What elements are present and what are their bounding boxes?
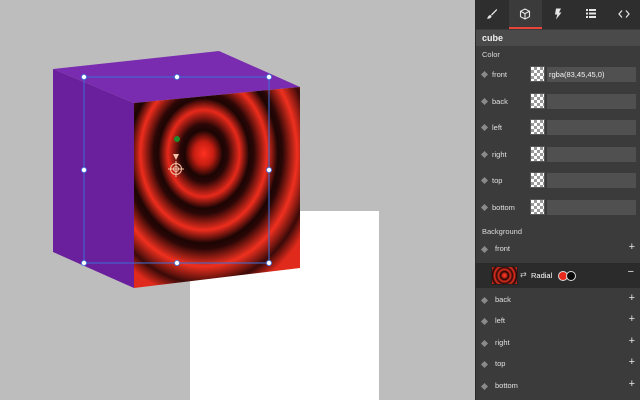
color-list: front back left right top [476,62,640,221]
design-canvas[interactable] [0,0,475,400]
color-value-input[interactable] [547,93,636,109]
handle-bottom-left[interactable] [81,259,88,266]
color-label: bottom [492,202,515,212]
add-layer-button[interactable]: + [629,241,635,253]
tab-style[interactable] [476,0,509,29]
tab-object[interactable] [508,0,542,29]
keyframe-diamond-icon[interactable] [480,97,489,105]
color-row-front: front [476,62,640,89]
handle-bottom-right[interactable] [265,259,272,266]
color-label: right [492,149,507,159]
rotation-handle[interactable] [174,136,180,142]
background-row-back[interactable]: back + [476,290,640,312]
color-label: left [492,123,503,132]
object-name[interactable]: cube [476,30,640,46]
background-section-title: Background [482,227,523,236]
color-swatch[interactable] [530,66,545,82]
properties-panel: cube Color front back left right [475,0,640,400]
background-label: front [495,244,511,253]
keyframe-diamond-icon[interactable] [480,360,489,369]
color-section-title: Color [482,50,500,59]
keyframe-diamond-icon[interactable] [480,70,489,79]
code-icon [617,9,630,18]
background-row-front[interactable]: front + [476,239,640,261]
color-swatch[interactable] [530,172,545,188]
add-layer-button[interactable]: + [629,335,635,347]
color-value-input[interactable] [547,67,636,82]
handle-top-right[interactable] [265,74,272,81]
add-layer-button[interactable]: + [629,292,635,304]
keyframe-diamond-icon[interactable] [480,150,489,158]
handle-top-center[interactable] [173,74,180,81]
color-value-input[interactable] [547,199,636,215]
keyframe-diamond-icon[interactable] [480,382,489,390]
background-row-top[interactable]: top + [476,354,640,376]
gradient-type-label[interactable]: Radial [531,271,552,280]
swap-icon[interactable]: ⇄ [520,270,527,279]
keyframe-diamond-icon[interactable] [480,317,489,326]
handle-top-left[interactable] [81,74,88,81]
color-row-bottom: bottom [476,195,640,222]
color-label: back [492,96,508,106]
background-row-right[interactable]: right + [476,333,640,355]
background-label: left [495,316,506,325]
list-icon [585,9,596,18]
cube-left-face[interactable] [53,69,134,288]
bolt-icon [554,8,562,19]
background-list: front + ⇄ Radial − back + left + right + [476,239,640,397]
keyframe-diamond-icon[interactable] [480,123,489,132]
keyframe-diamond-icon[interactable] [480,339,489,347]
background-row-bottom[interactable]: bottom + [476,376,640,398]
color-label: top [492,176,503,185]
keyframe-diamond-icon[interactable] [480,245,489,254]
cube-scene[interactable] [0,0,475,400]
keyframe-diamond-icon[interactable] [480,296,489,304]
color-row-left: left [476,115,640,142]
background-label: bottom [495,380,518,390]
background-row-left[interactable]: left + [476,311,640,333]
add-layer-button[interactable]: + [629,313,635,325]
cube-icon [520,7,531,20]
brush-icon [487,8,498,19]
color-label: front [492,70,508,79]
gradient-thumbnail[interactable] [491,265,518,285]
add-layer-button[interactable]: + [629,356,635,368]
background-label: right [495,337,510,347]
color-row-top: top [476,168,640,195]
tab-layers[interactable] [574,0,607,29]
color-swatch[interactable] [530,198,545,215]
tab-actions[interactable] [542,0,575,29]
handle-bottom-center[interactable] [173,259,180,266]
color-value-input[interactable] [547,173,636,188]
gradient-layer-row[interactable]: ⇄ Radial − [476,262,640,288]
remove-layer-button[interactable]: − [628,266,634,278]
color-row-back: back [476,89,640,116]
cube-front-face[interactable] [134,87,300,288]
color-swatch[interactable] [530,92,545,109]
color-swatch[interactable] [530,119,545,135]
panel-tabs [476,0,640,29]
color-value-input[interactable] [547,120,636,135]
color-swatch[interactable] [530,145,545,162]
keyframe-diamond-icon[interactable] [480,176,489,185]
handle-middle-left[interactable] [81,166,88,173]
color-row-right: right [476,142,640,169]
keyframe-diamond-icon[interactable] [480,203,489,211]
gradient-stop-black[interactable] [566,270,576,281]
color-value-input[interactable] [547,146,636,162]
add-layer-button[interactable]: + [629,378,635,390]
tab-code[interactable] [607,0,640,29]
background-label: back [495,294,511,304]
handle-middle-right[interactable] [265,166,272,173]
background-label: top [495,359,506,368]
